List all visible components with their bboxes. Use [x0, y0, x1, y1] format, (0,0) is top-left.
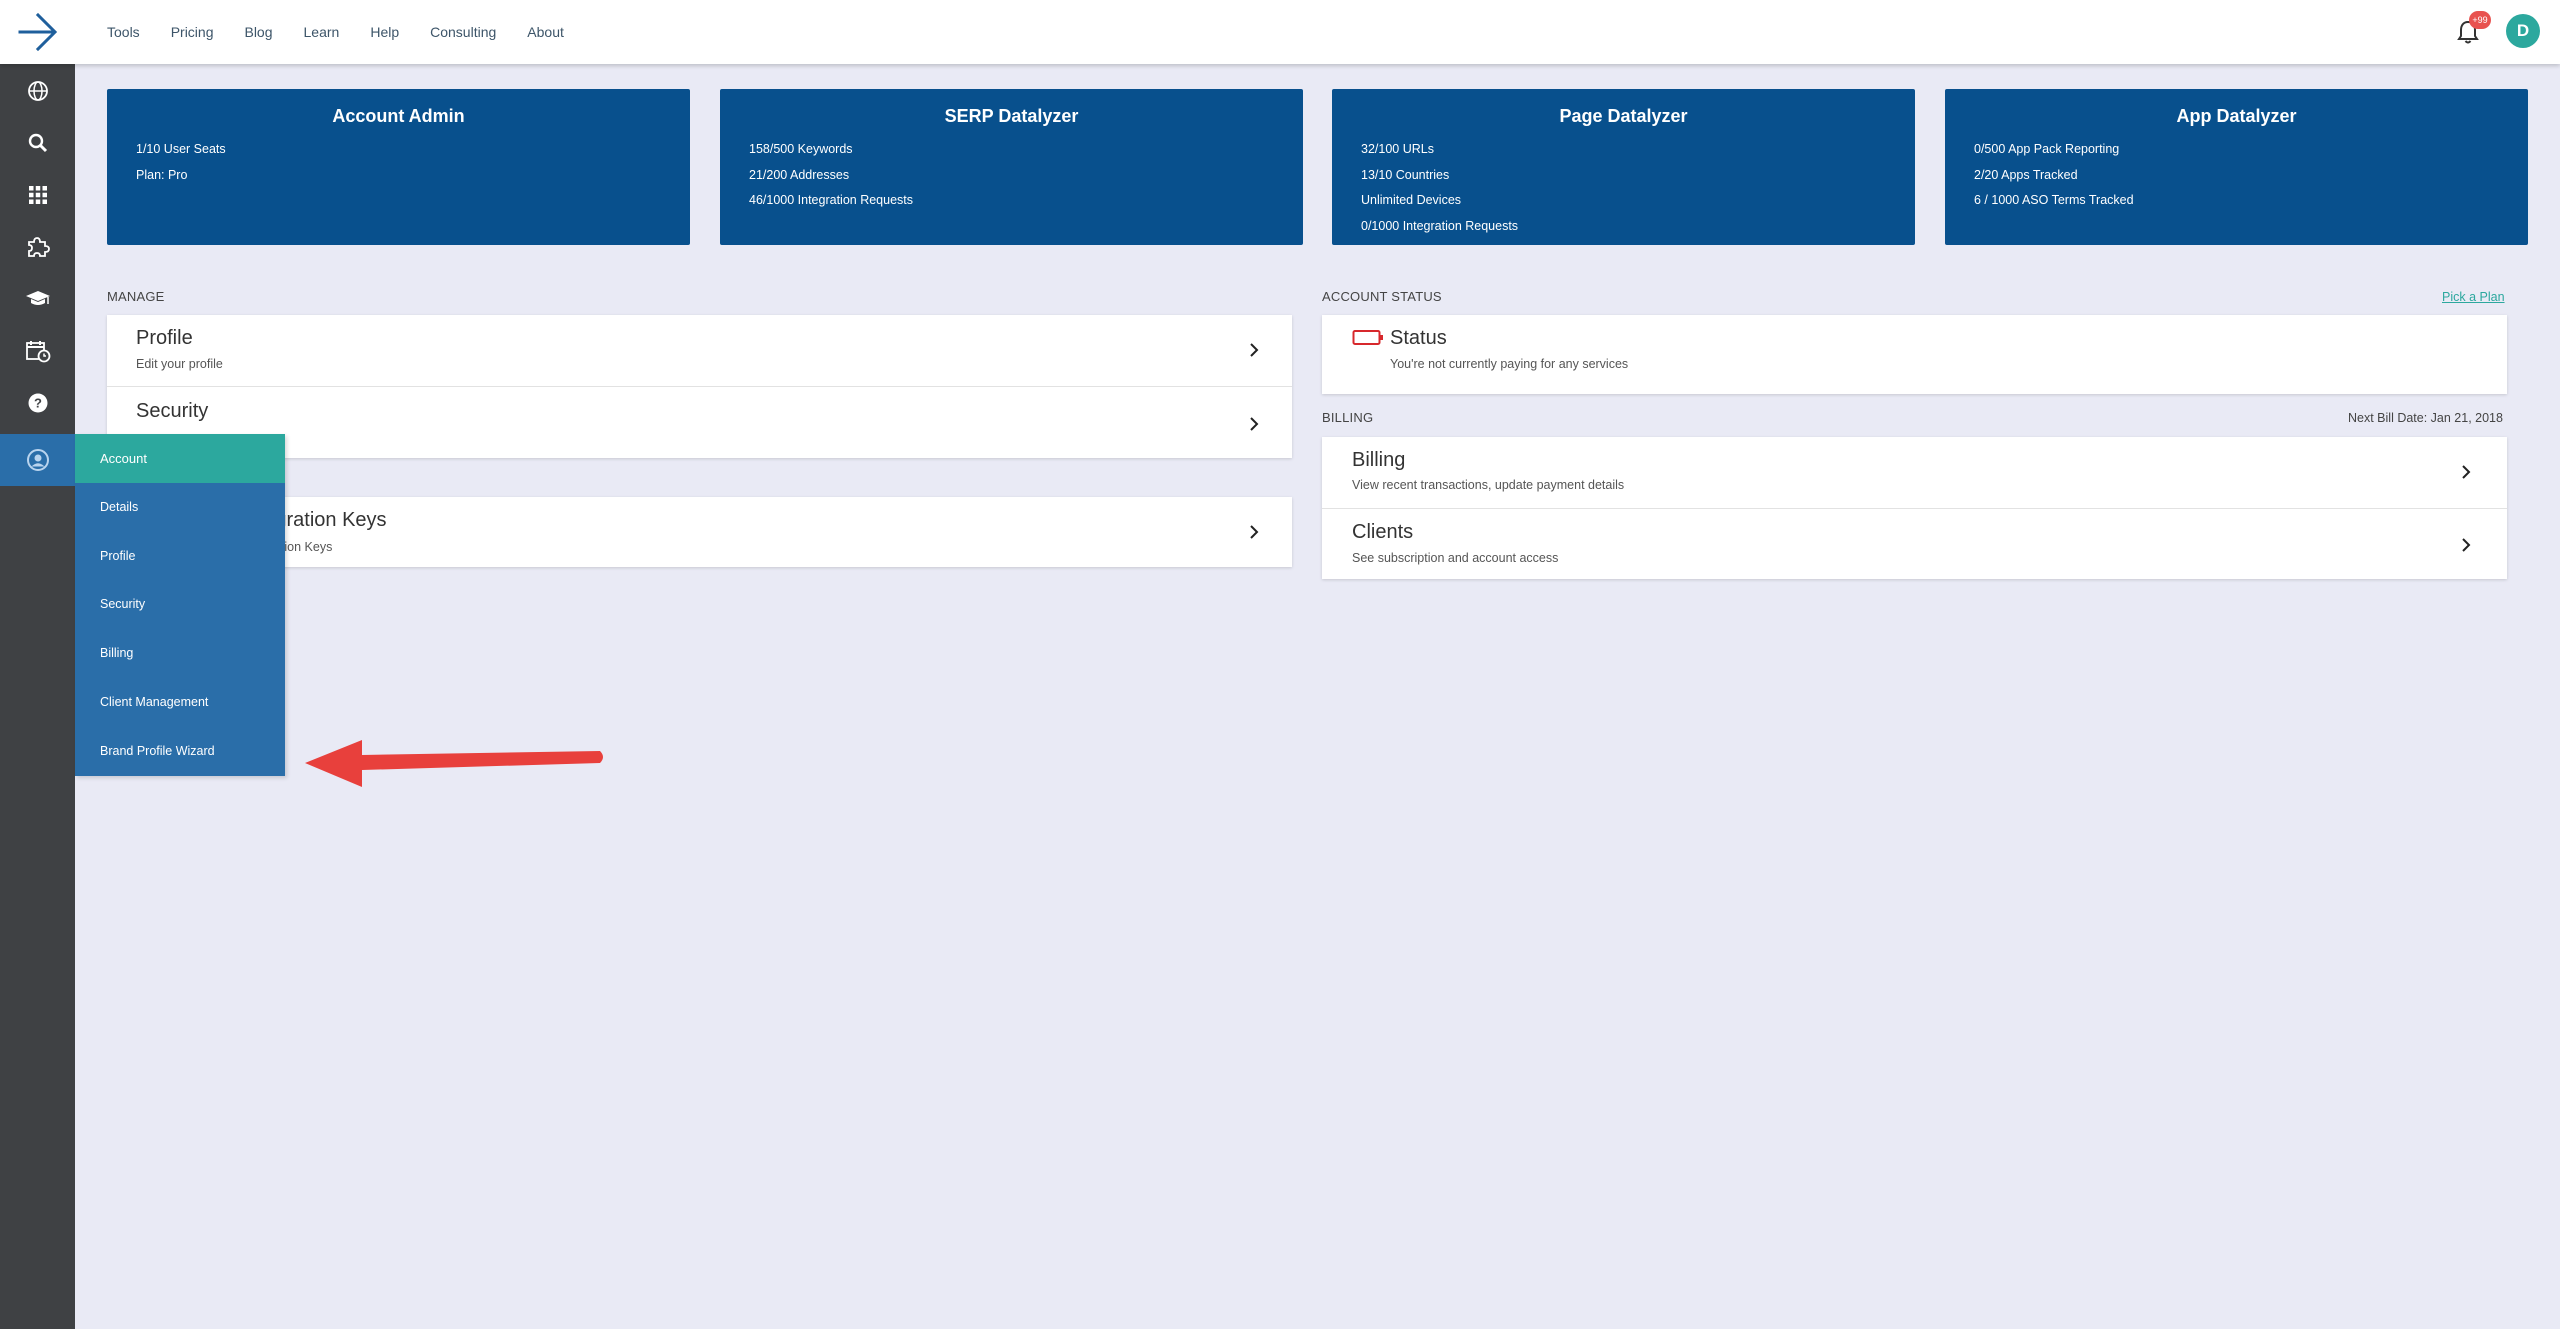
- svg-text:?: ?: [34, 396, 42, 411]
- flyout-item-billing[interactable]: Billing: [100, 646, 133, 660]
- graduation-cap-icon[interactable]: [0, 273, 75, 325]
- card-line: 158/500 Keywords: [749, 142, 853, 156]
- manage-heading: MANAGE: [107, 289, 165, 304]
- left-rail: ?: [0, 64, 75, 1329]
- card-title: App Datalyzer: [2176, 106, 2297, 126]
- row-subtitle: Edit your profile: [136, 357, 223, 371]
- card-line: 46/1000 Integration Requests: [749, 193, 914, 208]
- row-subtitle: View recent transactions, update payment…: [1352, 478, 1625, 492]
- card-serp-datalyzer: SERP Datalyzer 158/500 Keywords 21/200 A…: [720, 89, 1303, 245]
- logo-arrow-icon[interactable]: [0, 0, 75, 64]
- chevron-right-icon: [2462, 538, 2471, 552]
- nav-about[interactable]: About: [527, 24, 564, 40]
- calendar-clock-icon[interactable]: [0, 325, 75, 377]
- nav-blog[interactable]: Blog: [244, 24, 272, 40]
- card-line: Plan: Pro: [136, 167, 188, 182]
- card-line: 21/200 Addresses: [749, 167, 850, 182]
- card-line: 0/1000 Integration Requests: [1361, 218, 1519, 233]
- chevron-right-icon: [1250, 417, 1259, 431]
- card-title: Page Datalyzer: [1559, 106, 1688, 126]
- nav-pricing[interactable]: Pricing: [171, 24, 214, 40]
- chevron-right-icon: [2462, 465, 2471, 479]
- nav-learn[interactable]: Learn: [304, 24, 340, 40]
- puzzle-icon[interactable]: [0, 221, 75, 273]
- chevron-right-icon: [1250, 343, 1259, 357]
- row-title: Billing: [1352, 449, 1406, 471]
- nav-tools[interactable]: Tools: [107, 24, 140, 40]
- flyout-item-profile[interactable]: Profile: [100, 549, 135, 563]
- card-line: 0/500 App Pack Reporting: [1974, 142, 2120, 156]
- card-page-datalyzer: Page Datalyzer 32/100 URLs 13/10 Countri…: [1332, 89, 1915, 245]
- card-title: Account Admin: [332, 106, 465, 126]
- card-line: 1/10 User Seats: [136, 142, 226, 156]
- billing-panel: Billing View recent transactions, update…: [1322, 437, 2507, 579]
- annotation-arrow-icon: [305, 740, 603, 787]
- nav-help[interactable]: Help: [370, 24, 399, 40]
- main-nav: Tools Pricing Blog Learn Help Consulting…: [107, 0, 595, 64]
- billing-row-billing[interactable]: Billing View recent transactions, update…: [1322, 437, 2507, 508]
- battery-empty-icon: [1352, 330, 1383, 345]
- row-title: Clients: [1352, 521, 1414, 543]
- row-title: Profile: [136, 327, 193, 349]
- nav-consulting[interactable]: Consulting: [430, 24, 496, 40]
- card-line: 13/10 Countries: [1361, 167, 1450, 182]
- search-icon[interactable]: [0, 117, 75, 169]
- avatar[interactable]: D: [2506, 14, 2540, 48]
- top-bar: Tools Pricing Blog Learn Help Consulting…: [0, 0, 2560, 64]
- flyout-item-client-management[interactable]: Client Management: [100, 695, 208, 709]
- status-title: Status: [1390, 327, 1447, 349]
- account-flyout-menu: Account Details Profile Security Billing…: [75, 434, 285, 776]
- pick-a-plan-link[interactable]: Pick a Plan: [2442, 290, 2505, 304]
- billing-row-clients[interactable]: Clients See subscription and account acc…: [1322, 509, 2507, 579]
- card-line: 6 / 1000 ASO Terms Tracked: [1974, 193, 2134, 208]
- flyout-item-brand-profile-wizard[interactable]: Brand Profile Wizard: [100, 744, 215, 758]
- help-circle-icon[interactable]: ?: [0, 377, 75, 429]
- account-icon[interactable]: [0, 434, 75, 486]
- row-subtitle: See subscription and account access: [1352, 551, 1559, 565]
- billing-heading: BILLING: [1322, 410, 1374, 425]
- account-status-heading: ACCOUNT STATUS: [1322, 289, 1442, 304]
- flyout-item-details[interactable]: Details: [100, 500, 138, 514]
- row-title: Security: [136, 400, 209, 422]
- card-title: SERP Datalyzer: [944, 106, 1079, 126]
- chevron-right-icon: [1250, 525, 1259, 539]
- apps-grid-icon[interactable]: [0, 169, 75, 221]
- notification-badge: +99: [2469, 11, 2491, 29]
- flyout-header-account[interactable]: Account: [75, 434, 285, 483]
- card-line: 32/100 URLs: [1361, 142, 1434, 156]
- card-app-datalyzer: App Datalyzer 0/500 App Pack Reporting 2…: [1945, 89, 2528, 245]
- status-subtitle: You're not currently paying for any serv…: [1390, 357, 1629, 371]
- flyout-item-security[interactable]: Security: [100, 597, 145, 611]
- card-account-admin: Account Admin 1/10 User Seats Plan: Pro: [107, 89, 690, 245]
- next-bill-date: Next Bill Date: Jan 21, 2018: [2348, 411, 2503, 425]
- card-line: 2/20 Apps Tracked: [1974, 167, 2078, 182]
- card-line: Unlimited Devices: [1361, 193, 1462, 208]
- globe-icon[interactable]: [0, 65, 75, 117]
- account-status-panel: Status You're not currently paying for a…: [1322, 315, 2507, 394]
- manage-row-profile[interactable]: Profile Edit your profile: [107, 315, 1292, 386]
